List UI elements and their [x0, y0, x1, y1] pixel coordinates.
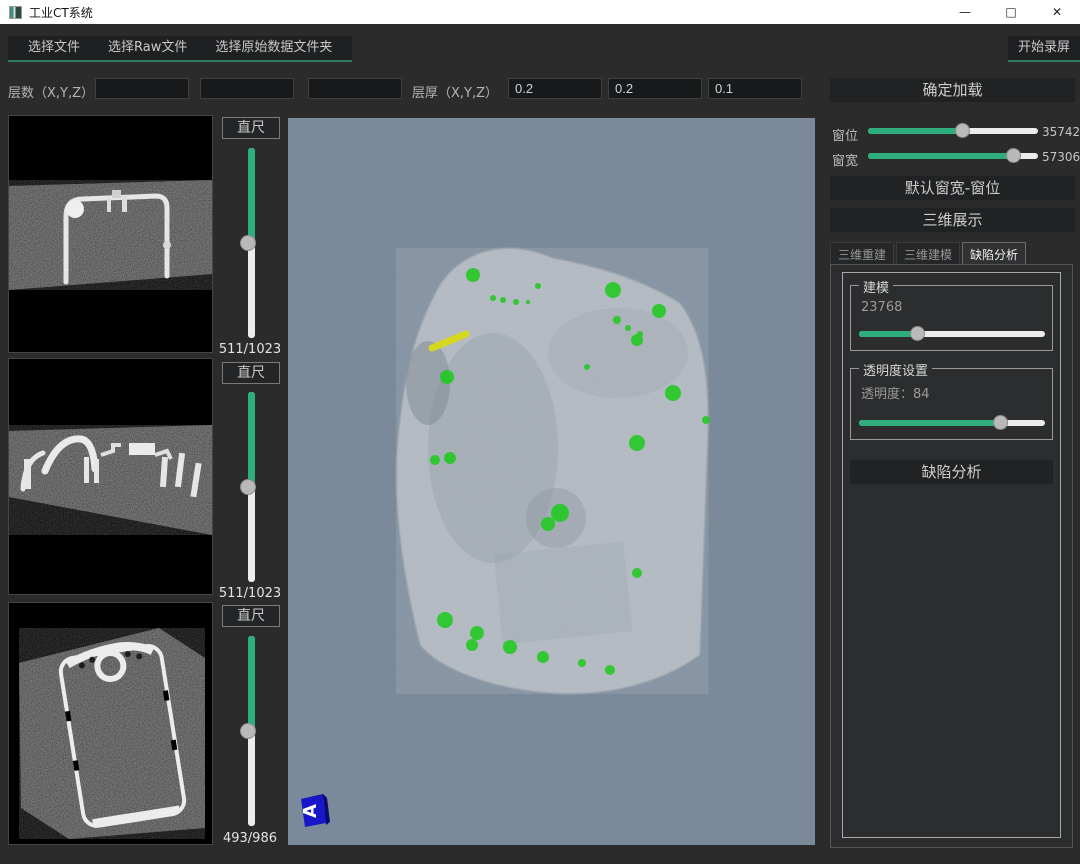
opacity-value-label: 透明度：84 [861, 383, 930, 402]
default-window-button[interactable]: 默认窗宽-窗位 [830, 176, 1075, 200]
thickness-y-input[interactable] [608, 78, 702, 99]
slice-slider-3[interactable] [224, 636, 278, 826]
opacity-group-title: 透明度设置 [859, 360, 932, 379]
select-raw-file-button[interactable]: 选择Raw文件 [94, 36, 201, 60]
slider-fill [868, 128, 962, 134]
pane-inner-frame [842, 272, 1061, 838]
main-window: 选择文件 选择Raw文件 选择原始数据文件夹 开始录屏 层数（X,Y,Z） 层厚… [0, 24, 1080, 864]
modeling-slider[interactable] [859, 326, 1045, 342]
select-raw-folder-button[interactable]: 选择原始数据文件夹 [201, 36, 346, 60]
slider-knob[interactable] [993, 415, 1008, 430]
slider-knob[interactable] [1006, 148, 1021, 163]
slice-position-3: 493/986 [210, 831, 290, 846]
thickness-x-input[interactable] [508, 78, 602, 99]
slice-slider-1[interactable] [224, 148, 278, 338]
modeling-group-title: 建模 [859, 277, 893, 296]
slider-knob[interactable] [240, 235, 256, 251]
thickness-z-input[interactable] [708, 78, 802, 99]
start-record-button[interactable]: 开始录屏 [1008, 36, 1080, 60]
slider-fill [868, 153, 1013, 159]
slider-fill [248, 392, 255, 487]
renderer-logo-icon: A [297, 790, 335, 830]
viewport-3d[interactable]: A [288, 118, 815, 845]
opacity-group: 透明度设置 透明度：84 [850, 368, 1053, 440]
slider-fill [859, 420, 1000, 426]
ct-slice-side-view [8, 358, 213, 595]
ct-slice-top-view [8, 115, 213, 353]
file-toolbar: 选择文件 选择Raw文件 选择原始数据文件夹 [8, 36, 352, 62]
slider-knob[interactable] [910, 326, 925, 341]
ct-slice-image-1 [9, 116, 212, 352]
defect-analysis-button[interactable]: 缺陷分析 [850, 460, 1053, 484]
thickness-label: 层厚（X,Y,Z） [412, 82, 498, 101]
slider-fill [248, 636, 255, 731]
ct-slice-front-view [8, 602, 213, 845]
slice-slider-2[interactable] [224, 392, 278, 582]
slider-knob[interactable] [240, 479, 256, 495]
window-width-slider[interactable] [868, 148, 1038, 164]
close-button[interactable]: ✕ [1034, 0, 1080, 24]
slice-position-2: 511/1023 [210, 586, 290, 601]
maximize-button[interactable]: □ [988, 0, 1034, 24]
display-3d-button[interactable]: 三维展示 [830, 208, 1075, 232]
window-level-value: 35742 [1042, 125, 1080, 139]
slider-fill [859, 331, 917, 337]
app-icon [9, 6, 22, 19]
title-bar: 工业CT系统 — □ ✕ [0, 0, 1080, 24]
slider-fill [248, 148, 255, 243]
slice-position-1: 511/1023 [210, 342, 290, 357]
ruler-button-3[interactable]: 直尺 [222, 605, 280, 627]
window-title: 工业CT系统 [29, 4, 93, 21]
slider-knob[interactable] [955, 123, 970, 138]
minimize-button[interactable]: — [942, 0, 988, 24]
ruler-button-2[interactable]: 直尺 [222, 362, 280, 384]
layers-label: 层数（X,Y,Z） [8, 82, 94, 101]
window-width-value: 57306 [1042, 150, 1080, 164]
window-level-slider[interactable] [868, 123, 1038, 139]
layers-z-input[interactable] [308, 78, 402, 99]
modeling-value: 23768 [861, 300, 902, 315]
select-file-button[interactable]: 选择文件 [14, 36, 94, 60]
window-width-label: 窗宽 [832, 150, 866, 169]
model-3d-render [288, 118, 815, 845]
record-toolbar: 开始录屏 [1008, 36, 1080, 62]
logo-letter: A [300, 804, 321, 818]
slider-knob[interactable] [240, 723, 256, 739]
modeling-group: 建模 23768 [850, 285, 1053, 351]
opacity-slider[interactable] [859, 415, 1045, 431]
layers-x-input[interactable] [95, 78, 189, 99]
confirm-load-button[interactable]: 确定加载 [830, 78, 1075, 102]
window-level-label: 窗位 [832, 125, 866, 144]
ct-slice-image-2 [9, 359, 212, 594]
layers-y-input[interactable] [200, 78, 294, 99]
ruler-button-1[interactable]: 直尺 [222, 117, 280, 139]
ct-slice-image-3 [9, 603, 212, 844]
